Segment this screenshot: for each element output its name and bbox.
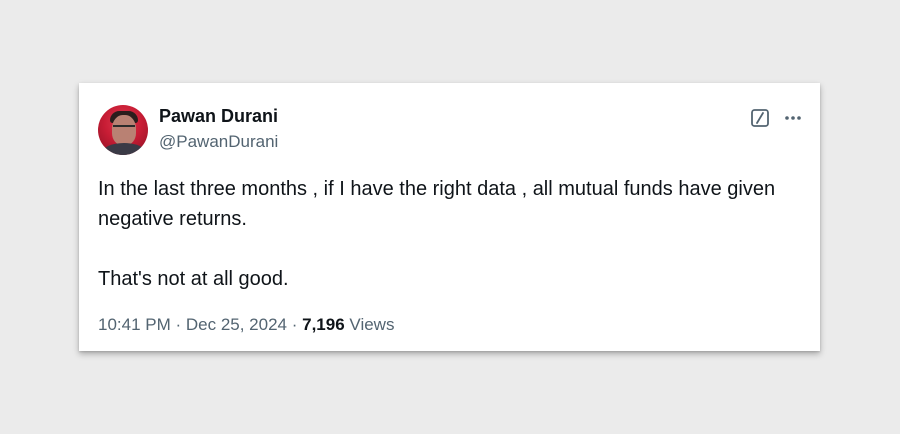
grok-slash-icon[interactable] [749,107,771,129]
more-dots-icon[interactable] [782,107,804,129]
avatar[interactable] [98,105,148,155]
views-count: 7,196 [302,315,345,334]
tweet-date[interactable]: Dec 25, 2024 [186,315,287,334]
avatar-body [102,143,146,155]
author-handle[interactable]: @PawanDurani [159,131,278,153]
avatar-glasses [113,125,135,132]
views-label: Views [349,315,395,334]
meta-separator: · [287,315,303,334]
tweet-card: Pawan Durani @PawanDurani In the last th… [79,83,820,351]
tweet-text: In the last three months , if I have the… [98,178,776,290]
meta-separator: · [170,315,186,334]
tweet-meta: 10:41 PM · Dec 25, 2024 · 7,196 Views [98,314,394,336]
tweet-time[interactable]: 10:41 PM [98,315,171,334]
author-name[interactable]: Pawan Durani [159,105,278,127]
